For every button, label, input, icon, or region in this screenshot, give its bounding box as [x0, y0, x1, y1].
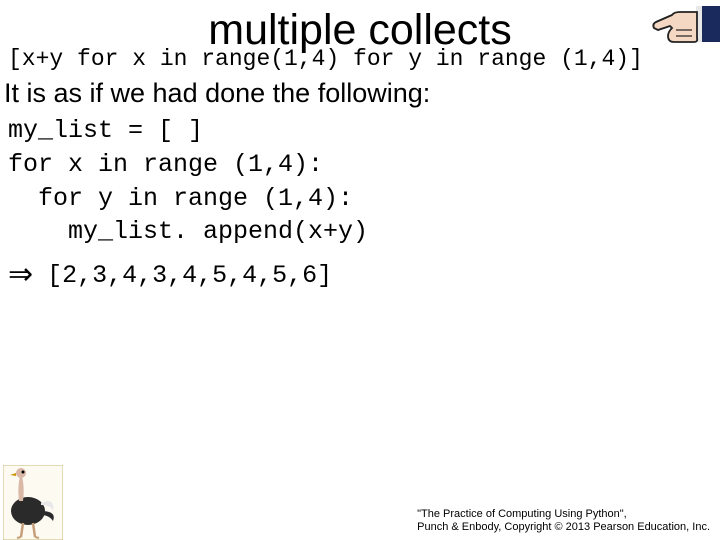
ostrich-icon	[3, 465, 63, 540]
result-row: ⇒ [2,3,4,3,4,5,4,5,6]	[8, 260, 332, 290]
result-list: [2,3,4,3,4,5,4,5,6]	[47, 261, 332, 290]
code-comprehension: [x+y for x in range(1,4) for y in range …	[8, 46, 643, 72]
footer-line1: "The Practice of Computing Using Python"…	[417, 508, 710, 521]
intro-text: It is as if we had done the following:	[4, 78, 430, 109]
slide: multiple collects [x+y for x in range(1,…	[0, 0, 720, 540]
code-block: my_list = [ ] for x in range (1,4): for …	[8, 114, 368, 249]
double-arrow-icon: ⇒	[8, 260, 33, 290]
footer-credit: "The Practice of Computing Using Python"…	[417, 508, 710, 534]
footer-line2: Punch & Enbody, Copyright © 2013 Pearson…	[417, 521, 710, 534]
